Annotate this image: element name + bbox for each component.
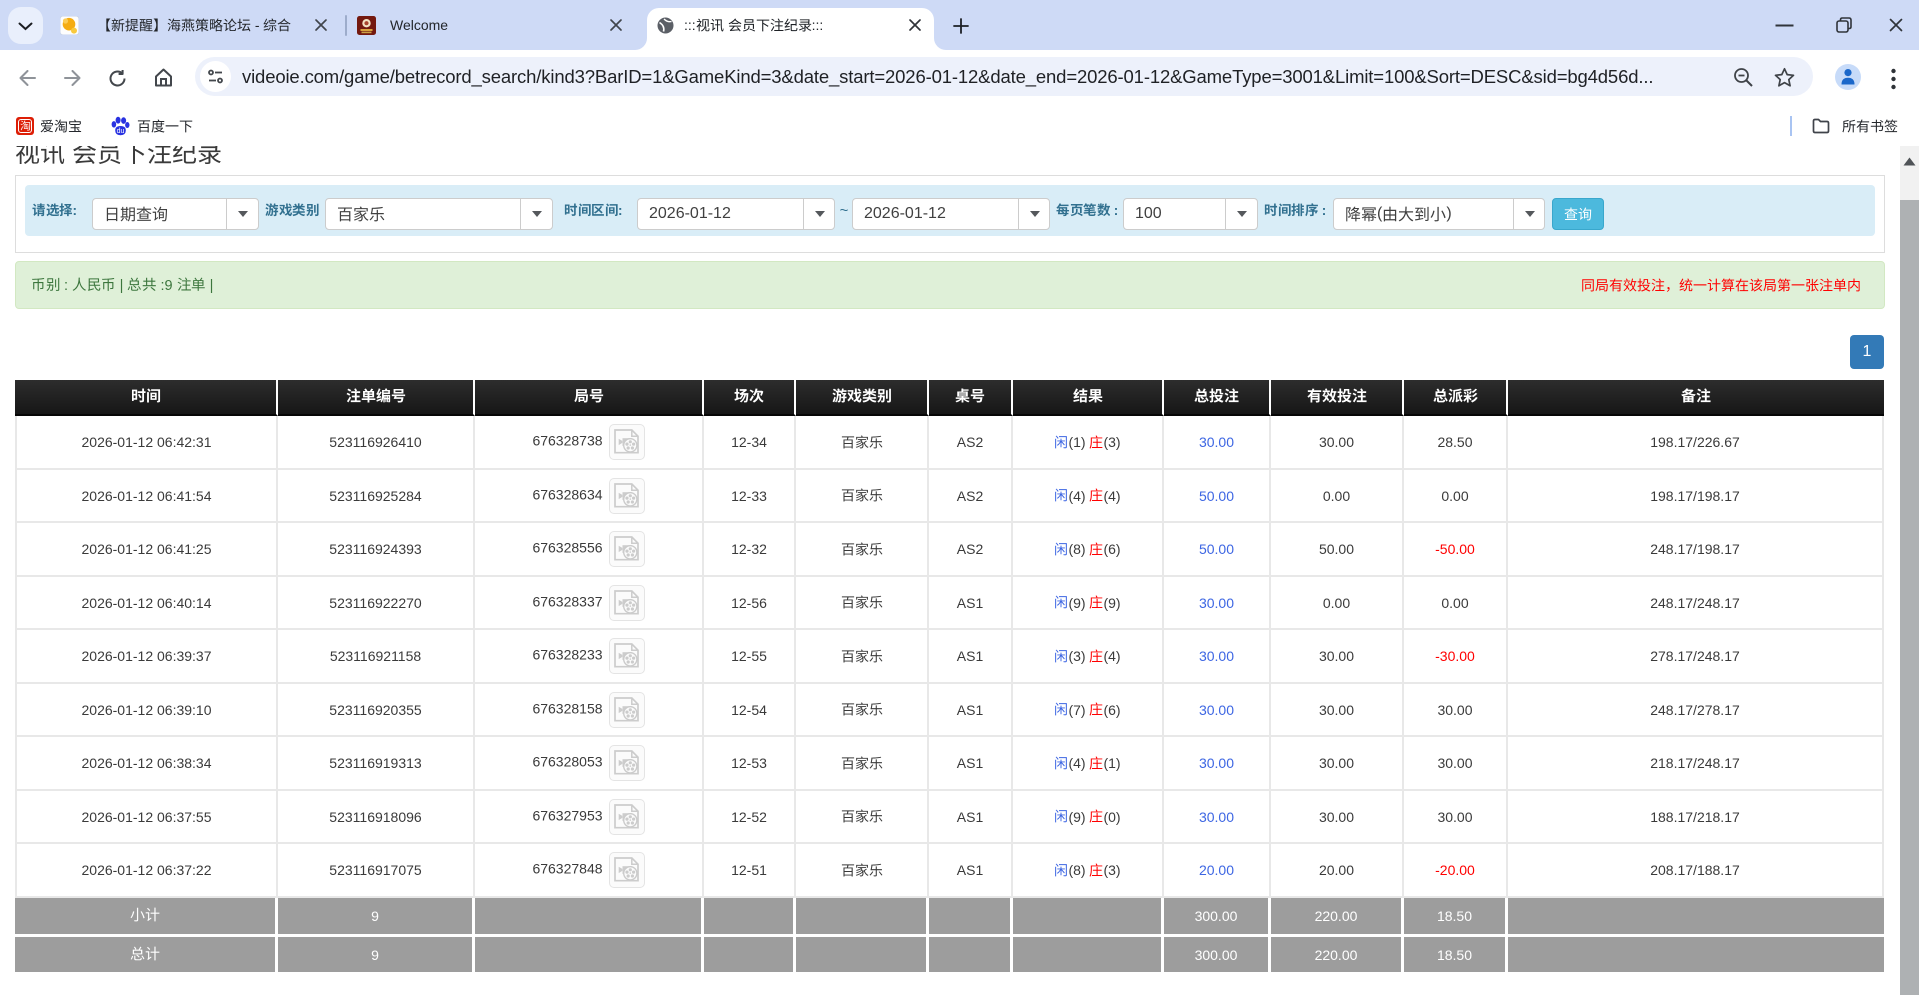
svg-text:du: du [117, 128, 125, 135]
